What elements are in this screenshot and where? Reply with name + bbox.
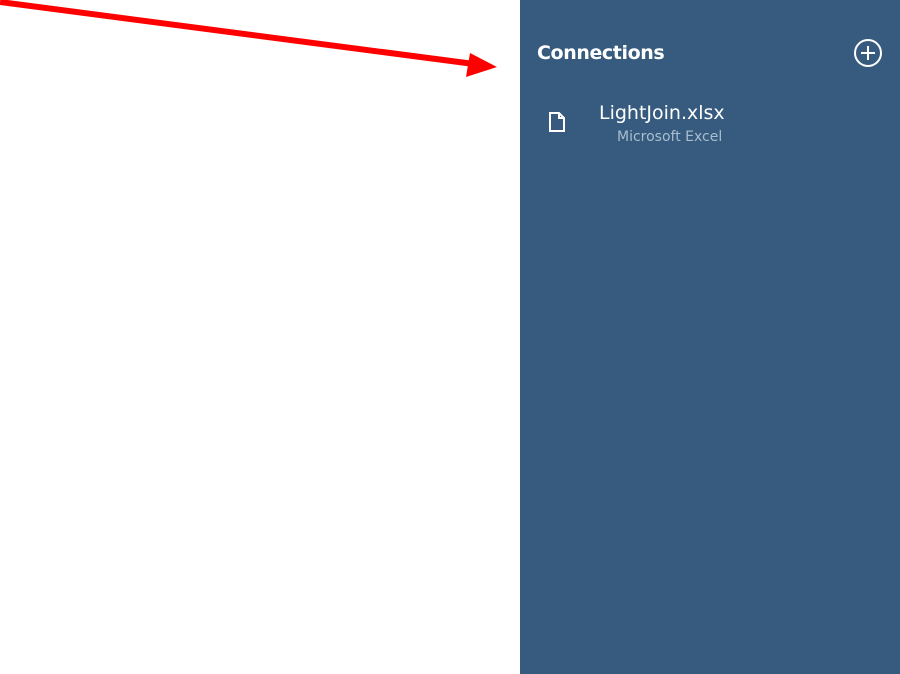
file-icon (549, 112, 565, 132)
arrow-head (466, 53, 497, 77)
connections-sidebar: Connections LightJoin.xlsx Microsoft Exc… (520, 0, 900, 674)
connections-title: Connections (537, 42, 665, 64)
arrow-shaft (0, 0, 475, 67)
annotation-arrow (0, 0, 497, 77)
page: Connections LightJoin.xlsx Microsoft Exc… (0, 0, 900, 674)
connection-item[interactable]: LightJoin.xlsx Microsoft Excel (548, 102, 868, 151)
connection-type: Microsoft Excel (617, 129, 723, 145)
connections-header: Connections (537, 38, 883, 68)
add-connection-button[interactable] (853, 38, 883, 68)
plus-circle-icon (854, 39, 882, 67)
connection-name: LightJoin.xlsx (599, 102, 725, 124)
